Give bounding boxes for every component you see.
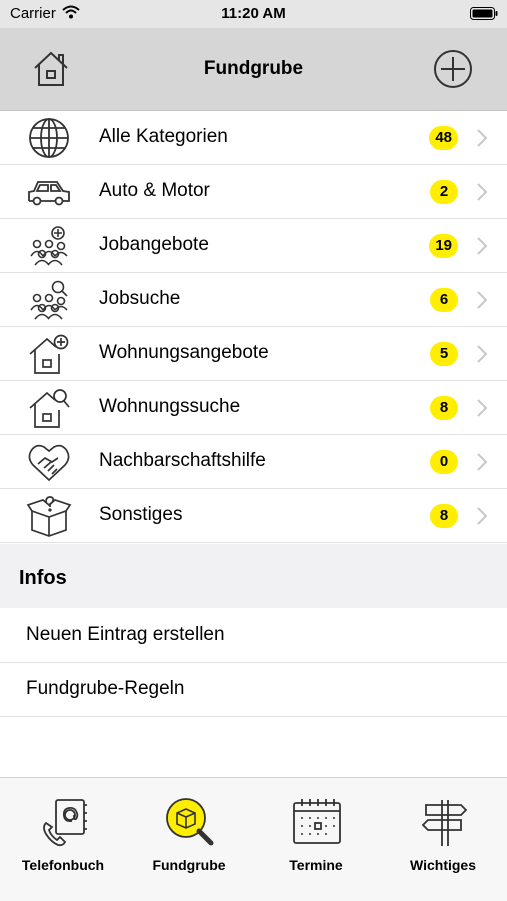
count-badge: 6 [430,288,458,312]
tab-label: Fundgrube [152,857,226,873]
category-label: Sonstiges [99,504,183,525]
tab-termine[interactable]: Termine [253,778,379,888]
category-label: Wohnungssuche [99,396,241,417]
category-label: Jobsuche [99,288,181,309]
car-icon [28,181,70,206]
tab-label: Termine [289,857,343,873]
plus-circle-icon[interactable] [432,48,474,90]
count-badge: 8 [430,396,458,420]
chevron-right-icon [477,345,487,363]
box-magnifier-icon [166,798,214,846]
phonebook-icon [43,799,87,847]
category-label: Nachbarschaftshilfe [99,450,266,471]
category-row-alle-kategorien[interactable]: Alle Kategorien 48 [0,111,507,165]
category-row-nachbarschaftshilfe[interactable]: Nachbarschaftshilfe 0 [0,435,507,489]
category-row-auto-motor[interactable]: Auto & Motor 2 [0,165,507,219]
section-title: Infos [19,567,67,589]
section-header-infos: Infos [0,544,507,608]
info-row-fundgrube-regeln[interactable]: Fundgrube-Regeln [0,663,507,717]
box-question-icon [26,496,72,537]
info-label: Fundgrube-Regeln [26,678,185,699]
tab-label: Wichtiges [410,857,476,873]
globe-icon [29,118,69,158]
page-title: Fundgrube [203,58,304,79]
count-badge: 8 [430,504,458,528]
category-row-wohnungssuche[interactable]: Wohnungssuche 8 [0,381,507,435]
category-row-jobsuche[interactable]: Jobsuche 6 [0,273,507,327]
tab-telefonbuch[interactable]: Telefonbuch [0,778,126,888]
info-row-neuen-eintrag[interactable]: Neuen Eintrag erstellen [0,609,507,663]
count-badge: 2 [430,180,458,204]
category-label: Auto & Motor [99,180,210,201]
chevron-right-icon [477,129,487,147]
category-label: Jobangebote [99,234,209,255]
category-row-wohnungsangebote[interactable]: Wohnungsangebote 5 [0,327,507,381]
people-plus-icon [30,226,68,266]
status-time: 11:20 AM [221,5,286,22]
navigation-bar: Fundgrube [0,28,507,111]
house-search-icon [29,389,70,428]
count-badge: 5 [430,342,458,366]
battery-icon [470,7,498,20]
category-row-jobangebote[interactable]: Jobangebote 19 [0,219,507,273]
status-bar: Carrier 11:20 AM [0,0,507,28]
category-label: Alle Kategorien [99,126,228,147]
info-list: Neuen Eintrag erstellen Fundgrube-Regeln [0,609,507,717]
tab-fundgrube[interactable]: Fundgrube [126,778,252,888]
heart-handshake-icon [28,444,70,482]
count-badge: 19 [429,234,458,258]
info-label: Neuen Eintrag erstellen [26,624,225,645]
chevron-right-icon [477,183,487,201]
category-row-sonstiges[interactable]: Sonstiges 8 [0,489,507,543]
category-label: Wohnungsangebote [99,342,269,363]
people-search-icon [30,280,68,320]
category-list: Alle Kategorien 48 Auto & Motor 2 Jobang… [0,111,507,543]
calendar-icon [293,799,341,844]
chevron-right-icon [477,507,487,525]
chevron-right-icon [477,237,487,255]
tab-label: Telefonbuch [21,857,105,873]
house-plus-icon [29,334,69,374]
signpost-icon [421,800,468,846]
chevron-right-icon [477,399,487,417]
tab-bar: Telefonbuch Fundgrube Termine Wichtiges [0,777,507,901]
count-badge: 0 [430,450,458,474]
chevron-right-icon [477,453,487,471]
chevron-right-icon [477,291,487,309]
count-badge: 48 [429,126,458,150]
tab-wichtiges[interactable]: Wichtiges [380,778,506,888]
